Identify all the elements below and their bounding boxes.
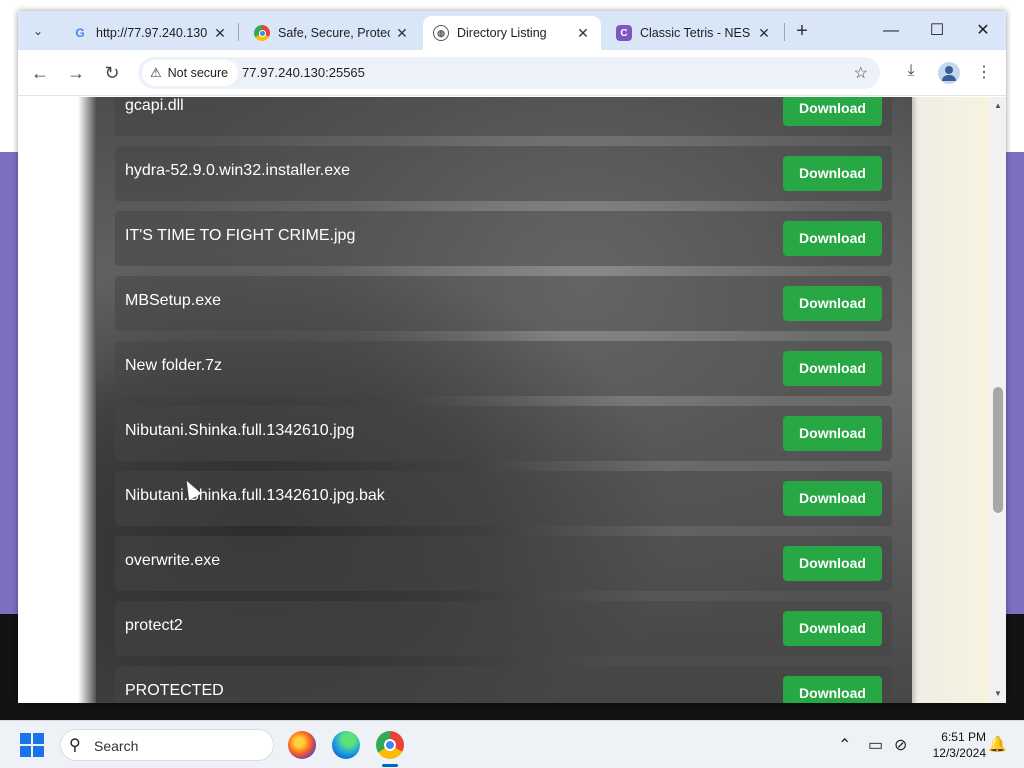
file-row: protect2 Download	[115, 601, 892, 656]
forward-button[interactable]: →	[64, 61, 88, 85]
download-button[interactable]: Download	[783, 221, 882, 256]
scrollbar-thumb[interactable]	[993, 387, 1003, 513]
tab-separator	[784, 23, 785, 41]
close-window-button[interactable]: ✕	[960, 19, 1006, 43]
file-row: Nibutani.Shinka.full.1342610.jpg.bak Dow…	[115, 471, 892, 526]
file-row: overwrite.exe Download	[115, 536, 892, 591]
file-row: gcapi.dll Download	[115, 97, 892, 136]
edge-icon[interactable]	[332, 731, 360, 759]
browser-window: ⌄ G http://77.97.240.130:2 ✕ Safe, Secur…	[18, 11, 1006, 703]
page-viewport: gcapi.dll Download hydra-52.9.0.win32.in…	[18, 97, 990, 703]
scroll-down-arrow-icon[interactable]: ▼	[990, 687, 1006, 701]
network-icon[interactable]: ▭	[868, 735, 883, 755]
search-placeholder: Search	[94, 738, 139, 754]
address-bar[interactable]: ⚠ Not secure 77.97.240.130:25565 ☆	[138, 57, 880, 89]
url-text[interactable]: 77.97.240.130:25565	[242, 65, 365, 80]
tab-strip: ⌄ G http://77.97.240.130:2 ✕ Safe, Secur…	[18, 11, 1006, 50]
file-name: protect2	[125, 617, 183, 634]
minimize-button[interactable]: —	[868, 19, 914, 43]
download-button[interactable]: Download	[783, 481, 882, 516]
browser-toolbar: ← → ↻ ⚠ Not secure 77.97.240.130:25565 ☆…	[18, 50, 1006, 96]
download-button[interactable]: Download	[783, 286, 882, 321]
clock-time: 6:51 PM	[941, 730, 986, 744]
download-button[interactable]: Download	[783, 156, 882, 191]
file-row: MBSetup.exe Download	[115, 276, 892, 331]
notification-bell-icon[interactable]: 🔔	[988, 735, 1007, 753]
tab-classic-tetris[interactable]: C Classic Tetris - NES G ✕	[606, 16, 782, 50]
file-name: PROTECTED	[125, 682, 224, 699]
clock-date: 12/3/2024	[932, 746, 986, 760]
file-name: Nibutani.Shinka.full.1342610.jpg.bak	[125, 487, 385, 504]
maximize-button[interactable]: ☐	[914, 19, 960, 43]
download-button[interactable]: Download	[783, 546, 882, 581]
system-clock[interactable]: 6:51 PM 12/3/2024	[916, 729, 986, 761]
tab-title: Directory Listing	[457, 26, 547, 40]
start-button[interactable]	[20, 733, 44, 757]
file-name: IT'S TIME TO FIGHT CRIME.jpg	[125, 227, 356, 244]
directory-listing: gcapi.dll Download hydra-52.9.0.win32.in…	[96, 97, 912, 703]
tab-title: http://77.97.240.130:2	[96, 26, 208, 40]
file-row: New folder.7z Download	[115, 341, 892, 396]
tab-separator	[238, 23, 239, 41]
download-button[interactable]: Download	[783, 351, 882, 386]
file-row: IT'S TIME TO FIGHT CRIME.jpg Download	[115, 211, 892, 266]
download-button[interactable]: Download	[783, 97, 882, 126]
reload-button[interactable]: ↻	[100, 61, 124, 85]
taskbar-search[interactable]: ⚲ Search	[60, 729, 274, 761]
search-icon: ⚲	[69, 737, 81, 754]
profile-avatar[interactable]	[938, 62, 960, 84]
file-name: Nibutani.Shinka.full.1342610.jpg	[125, 422, 355, 439]
file-row: PROTECTED Download	[115, 666, 892, 703]
warning-triangle-icon: ⚠	[150, 65, 162, 80]
bookmark-star-icon[interactable]: ☆	[854, 63, 868, 83]
close-tab-icon[interactable]: ✕	[756, 25, 772, 42]
file-row: hydra-52.9.0.win32.installer.exe Downloa…	[115, 146, 892, 201]
security-label: Not secure	[167, 66, 229, 80]
chrome-taskbar-icon[interactable]	[376, 731, 404, 767]
download-button[interactable]: Download	[783, 611, 882, 646]
file-row: Nibutani.Shinka.full.1342610.jpg Downloa…	[115, 406, 892, 461]
downloads-icon[interactable]: ⤓	[900, 62, 922, 80]
menu-kebab-icon[interactable]: ⋮	[973, 62, 995, 82]
file-name: hydra-52.9.0.win32.installer.exe	[125, 162, 351, 179]
firefox-icon[interactable]	[288, 731, 316, 759]
file-name: New folder.7z	[125, 357, 222, 374]
globe-icon: ◍	[433, 25, 449, 41]
scroll-up-arrow-icon[interactable]: ▲	[990, 99, 1006, 113]
download-button[interactable]: Download	[783, 416, 882, 451]
new-tab-button[interactable]: +	[790, 20, 814, 44]
taskbar: ⚲ Search ⌃ ▭ ⊘ 6:51 PM 12/3/2024 🔔	[0, 720, 1024, 768]
back-button[interactable]: ←	[28, 61, 52, 85]
tab-title: Classic Tetris - NES G	[640, 26, 752, 40]
close-tab-icon[interactable]: ✕	[575, 25, 591, 42]
file-name: overwrite.exe	[125, 552, 221, 569]
show-hidden-icons-chevron-icon[interactable]: ⌃	[838, 735, 851, 755]
file-name: MBSetup.exe	[125, 292, 222, 309]
vertical-scrollbar[interactable]: ▲ ▼	[990, 97, 1006, 703]
tab-search-button[interactable]: ⌄	[24, 19, 52, 43]
tetris-icon: C	[616, 25, 632, 41]
volume-muted-icon[interactable]: ⊘	[894, 735, 907, 755]
tab-title: Safe, Secure, Protecte	[278, 26, 390, 40]
tab-safe-secure[interactable]: Safe, Secure, Protecte ✕	[244, 16, 420, 50]
close-tab-icon[interactable]: ✕	[212, 25, 228, 42]
tab-directory-listing[interactable]: ◍ Directory Listing ✕	[423, 16, 601, 50]
tab-google[interactable]: G http://77.97.240.130:2 ✕	[62, 16, 238, 50]
chrome-icon	[254, 25, 270, 41]
close-tab-icon[interactable]: ✕	[394, 25, 410, 42]
file-name: gcapi.dll	[125, 97, 184, 114]
download-button[interactable]: Download	[783, 676, 882, 703]
security-chip[interactable]: ⚠ Not secure	[142, 60, 239, 86]
google-icon: G	[75, 26, 85, 40]
